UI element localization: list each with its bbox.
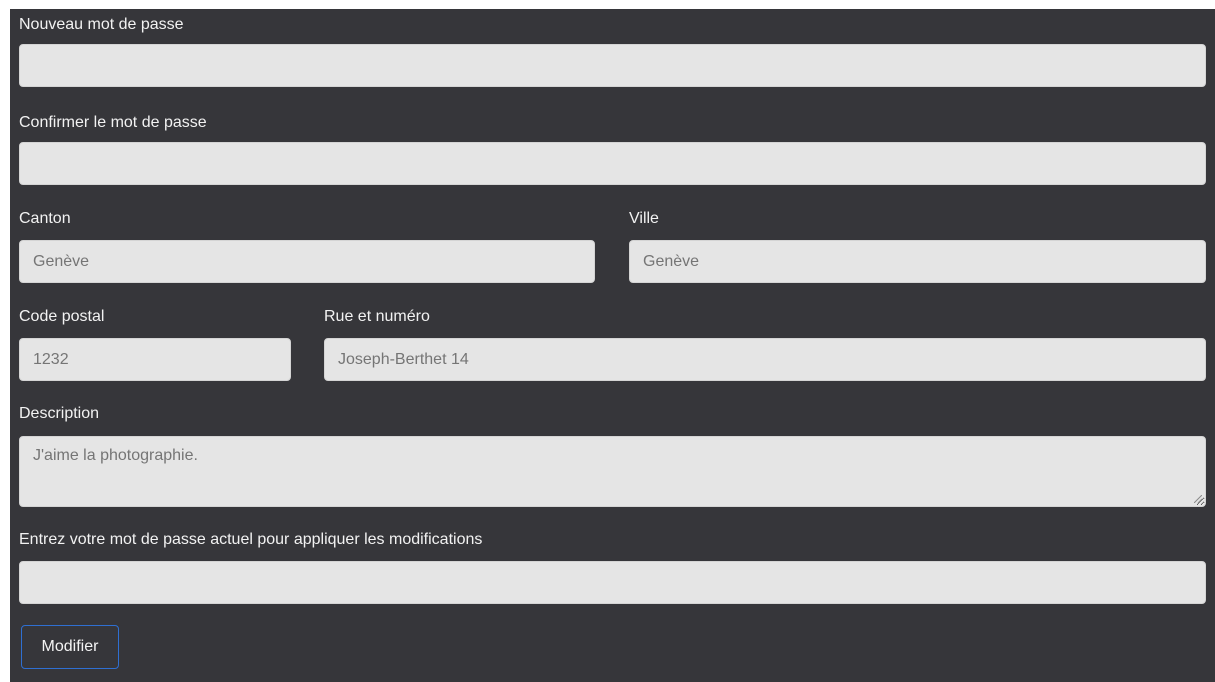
city-input[interactable]: [629, 240, 1206, 283]
postal-code-input[interactable]: [19, 338, 291, 381]
profile-edit-form: Nouveau mot de passe Confirmer le mot de…: [10, 9, 1215, 682]
confirm-password-input[interactable]: [19, 142, 1206, 185]
canton-input[interactable]: [19, 240, 595, 283]
description-label: Description: [19, 405, 100, 422]
city-label: Ville: [629, 210, 659, 227]
canton-label: Canton: [19, 210, 71, 227]
street-input[interactable]: [324, 338, 1206, 381]
confirm-password-label: Confirmer le mot de passe: [19, 114, 207, 131]
current-password-input[interactable]: [19, 561, 1206, 604]
new-password-input[interactable]: [19, 44, 1206, 87]
new-password-label: Nouveau mot de passe: [19, 16, 184, 33]
modify-button[interactable]: Modifier: [21, 625, 119, 669]
postal-code-label: Code postal: [19, 308, 105, 325]
description-wrapper: [19, 436, 1206, 507]
current-password-label: Entrez votre mot de passe actuel pour ap…: [19, 531, 483, 548]
street-label: Rue et numéro: [324, 308, 430, 325]
description-textarea[interactable]: [19, 436, 1206, 507]
